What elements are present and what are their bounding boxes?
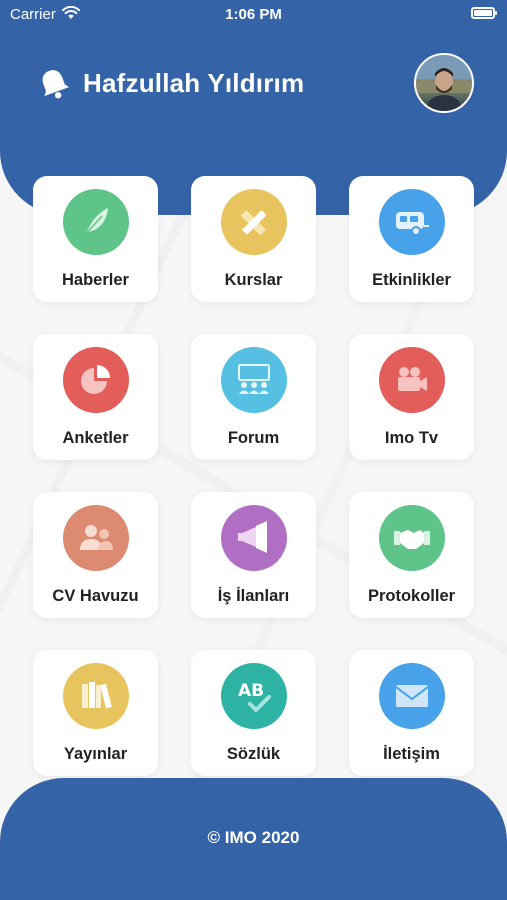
battery-icon	[471, 7, 497, 19]
handshake-icon	[378, 505, 445, 571]
avatar[interactable]	[414, 53, 474, 113]
menu-tile-kurslar[interactable]: Kurslar	[191, 176, 316, 302]
ab-check-icon: AB	[220, 663, 287, 729]
clock: 1:06 PM	[225, 6, 282, 23]
menu-tile-label: Sözlük	[226, 745, 281, 763]
menu-tile-label: İletişim	[383, 745, 440, 763]
users-icon	[62, 505, 129, 571]
pencil-ruler-icon	[220, 189, 287, 255]
menu-tile-protokoller[interactable]: Protokoller	[349, 492, 474, 618]
menu-tile-imo-tv[interactable]: Imo Tv	[349, 334, 474, 460]
megaphone-icon	[220, 505, 287, 571]
status-bar: Carrier 1:06 PM	[0, 0, 507, 30]
envelope-icon	[378, 663, 445, 729]
footer: © IMO 2020	[0, 778, 507, 900]
menu-grid: Haberler Kurslar Etkinlikler Anketler Fo…	[33, 176, 475, 776]
feather-icon	[62, 189, 129, 255]
menu-tile-label: Imo Tv	[384, 429, 439, 447]
user-name: Hafzullah Yıldırım	[83, 68, 305, 98]
menu-tile-iletisim[interactable]: İletişim	[349, 650, 474, 776]
menu-tile-sozluk[interactable]: AB Sözlük	[191, 650, 316, 776]
books-icon	[62, 663, 129, 729]
copyright-text: © IMO 2020	[207, 828, 300, 847]
menu-tile-is-ilanlari[interactable]: İş İlanları	[191, 492, 316, 618]
menu-tile-forum[interactable]: Forum	[191, 334, 316, 460]
menu-tile-yayinlar[interactable]: Yayınlar	[33, 650, 158, 776]
svg-text:AB: AB	[238, 681, 264, 701]
menu-tile-haberler[interactable]: Haberler	[33, 176, 158, 302]
menu-tile-label: Kurslar	[224, 271, 283, 289]
menu-tile-label: Protokoller	[367, 587, 456, 605]
bell-icon[interactable]	[36, 66, 72, 102]
menu-tile-cv-havuzu[interactable]: CV Havuzu	[33, 492, 158, 618]
pie-chart-icon	[62, 347, 129, 413]
menu-tile-anketler[interactable]: Anketler	[33, 334, 158, 460]
audience-icon	[220, 347, 287, 413]
video-camera-icon	[378, 347, 445, 413]
menu-tile-label: Forum	[227, 429, 280, 447]
menu-tile-label: Yayınlar	[63, 745, 128, 763]
menu-tile-label: CV Havuzu	[52, 587, 139, 605]
caravan-icon	[378, 189, 445, 255]
menu-tile-label: İş İlanları	[217, 587, 290, 605]
menu-tile-label: Etkinlikler	[372, 271, 451, 289]
menu-tile-label: Anketler	[62, 429, 129, 447]
menu-tile-etkinlikler[interactable]: Etkinlikler	[349, 176, 474, 302]
menu-tile-label: Haberler	[62, 271, 129, 289]
